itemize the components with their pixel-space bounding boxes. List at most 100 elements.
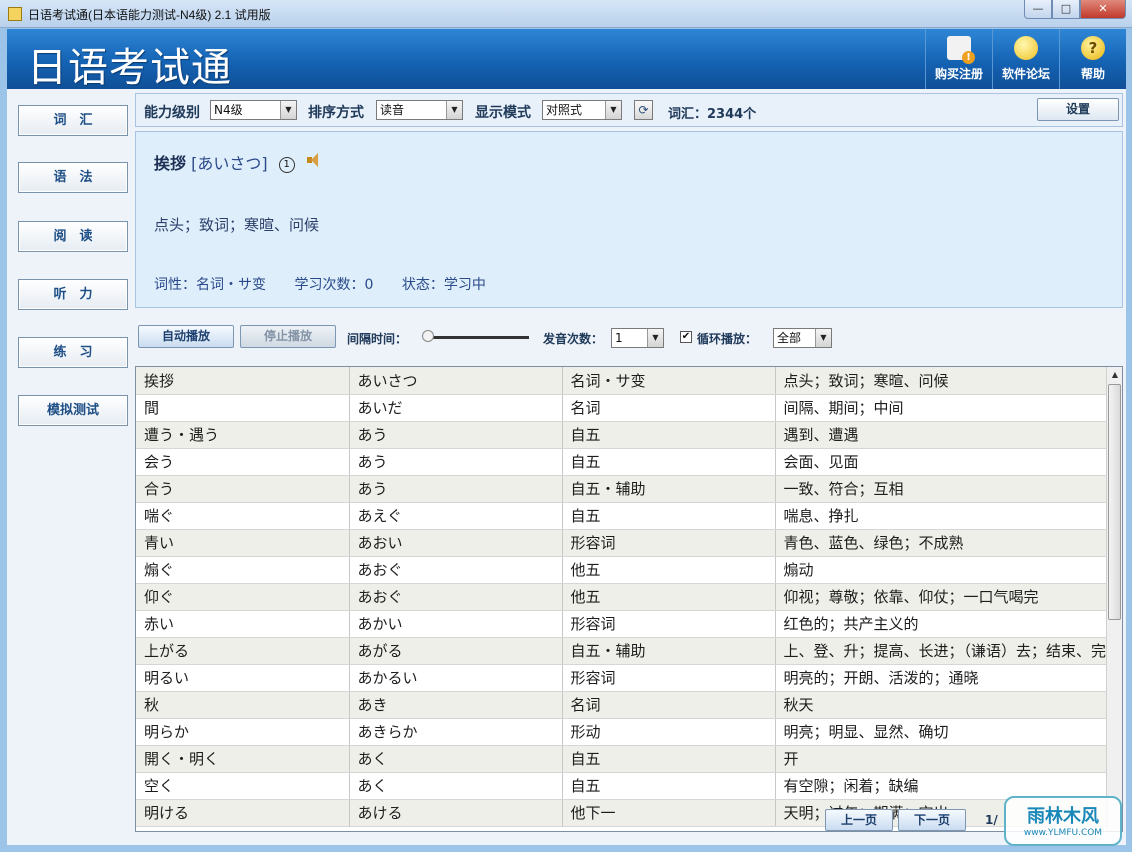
- mode-select-value: 对照式: [546, 103, 583, 117]
- settings-button[interactable]: 设置: [1037, 98, 1119, 121]
- sidebar-item-listening[interactable]: 听 力: [18, 279, 128, 310]
- table-row[interactable]: 明るい あかるい 形容词 明亮的；开朗、活泼的；通晓: [136, 664, 1108, 692]
- interval-label: 间隔时间：: [347, 332, 408, 346]
- table-row[interactable]: 赤い あかい 形容词 红色的；共产主义的: [136, 610, 1108, 638]
- refresh-button[interactable]: ⟳: [634, 100, 653, 120]
- cell-meaning: 明亮的；开朗、活泼的；通晓: [775, 664, 1108, 692]
- cell-reading: あく: [349, 745, 563, 773]
- table-row[interactable]: 明らか あきらか 形动 明亮；明显、显然、确切: [136, 718, 1108, 746]
- cell-word: 間: [136, 394, 350, 422]
- filter-toolbar: 能力级别 N4级 ▼ 排序方式 读音 ▼ 显示模式 对照式 ▼ ⟳ 词汇：234…: [135, 93, 1123, 127]
- purchase-register-button[interactable]: 购买注册: [925, 29, 992, 89]
- prev-page-button[interactable]: 上一页: [825, 809, 893, 831]
- vocab-count: 词汇：2344个: [668, 107, 757, 122]
- table-row[interactable]: 間あいだ 名词 间隔、期间；中间: [136, 394, 1108, 422]
- header-buttons: 购买注册 软件论坛 ? 帮助: [925, 29, 1126, 89]
- scroll-thumb[interactable]: [1108, 384, 1121, 620]
- window-title: 日语考试通(日本语能力测试-N4级) 2.1 试用版: [28, 8, 271, 22]
- sidebar-item-reading[interactable]: 阅 读: [18, 221, 128, 252]
- stop-play-button[interactable]: 停止播放: [240, 325, 336, 348]
- chevron-down-icon: ▼: [815, 329, 831, 347]
- level-select[interactable]: N4级 ▼: [210, 100, 297, 120]
- cell-word: 明らか: [136, 718, 350, 746]
- forum-label: 软件论坛: [1001, 67, 1050, 81]
- cell-meaning: 明亮；明显、显然、确切: [775, 718, 1108, 746]
- table-row[interactable]: 挨拶 あいさつ 名词・サ变 点头；致词；寒暄、问候: [136, 367, 1108, 395]
- play-count-select[interactable]: 1 ▼: [611, 328, 664, 348]
- main-body: 词 汇 语 法 阅 读 听 力 练 习 模拟测试 能力级别 N4级 ▼ 排序方式…: [7, 89, 1126, 845]
- cell-word: 挨拶: [136, 367, 350, 395]
- cell-part-of-speech: 自五: [562, 421, 776, 449]
- chevron-down-icon: ▼: [280, 101, 296, 119]
- level-label: 能力级别: [144, 105, 200, 121]
- interval-slider-track[interactable]: [425, 336, 529, 339]
- cell-reading: あえぐ: [349, 502, 563, 530]
- app-header: 日语考试通 购买注册 软件论坛 ? 帮助: [7, 29, 1126, 91]
- loop-select[interactable]: 全部 ▼: [773, 328, 832, 348]
- cell-part-of-speech: 自五: [562, 772, 776, 800]
- maximize-button[interactable]: □: [1052, 0, 1080, 19]
- scroll-up-icon[interactable]: ▲: [1107, 367, 1122, 383]
- cell-part-of-speech: 他下一: [562, 799, 776, 827]
- sidebar-item-vocabulary[interactable]: 词 汇: [18, 105, 128, 136]
- cell-part-of-speech: 形容词: [562, 529, 776, 557]
- cell-part-of-speech: 名词・サ变: [562, 367, 776, 395]
- chevron-down-icon: ▼: [605, 101, 621, 119]
- table-row[interactable]: 合う あう 自五・辅助 一致、符合；互相: [136, 475, 1108, 503]
- table-row[interactable]: 遭う・遇う あう 自五 遇到、遭遇: [136, 421, 1108, 449]
- table-row[interactable]: 仰ぐ あおぐ 他五 仰视；尊敬；依靠、仰仗；一口气喝完: [136, 583, 1108, 611]
- minimize-button[interactable]: —: [1024, 0, 1052, 19]
- cell-reading: あいさつ: [349, 367, 563, 395]
- mode-select[interactable]: 对照式 ▼: [542, 100, 622, 120]
- cell-word: 空く: [136, 772, 350, 800]
- speaker-icon[interactable]: [306, 152, 322, 168]
- loop-select-value: 全部: [777, 331, 802, 345]
- forum-button[interactable]: 软件论坛: [992, 29, 1059, 89]
- cell-word: 明ける: [136, 799, 350, 827]
- help-button[interactable]: ? 帮助: [1059, 29, 1126, 89]
- title-bar: 日语考试通(日本语能力测试-N4级) 2.1 试用版 — □ ✕: [0, 0, 1132, 28]
- cell-word: 明るい: [136, 664, 350, 692]
- table-row[interactable]: 青い あおい 形容词 青色、蓝色、绿色；不成熟: [136, 529, 1108, 557]
- count-label: 发音次数：: [543, 332, 604, 346]
- sidebar-item-practice[interactable]: 练 习: [18, 337, 128, 368]
- sidebar-item-mock-test[interactable]: 模拟测试: [18, 395, 128, 426]
- table-row[interactable]: 上がる あがる 自五・辅助 上、登、升；提高、长进；（谦语）去；结束、完: [136, 637, 1108, 665]
- auto-play-button[interactable]: 自动播放: [138, 325, 234, 348]
- cell-part-of-speech: 形动: [562, 718, 776, 746]
- cell-meaning: 开: [775, 745, 1108, 773]
- loop-label: 循环播放：: [697, 332, 758, 346]
- play-count-value: 1: [615, 331, 623, 345]
- cell-meaning: 间隔、期间；中间: [775, 394, 1108, 422]
- table-row[interactable]: 煽ぐ あおぐ 他五 煽动: [136, 556, 1108, 584]
- table-row[interactable]: 会う あう 自五 会面、见面: [136, 448, 1108, 476]
- cell-meaning: 红色的；共产主义的: [775, 610, 1108, 638]
- cell-meaning: 喘息、挣扎: [775, 502, 1108, 530]
- cell-meaning: 上、登、升；提高、长进；（谦语）去；结束、完: [775, 637, 1108, 665]
- cell-word: 煽ぐ: [136, 556, 350, 584]
- interval-slider-thumb[interactable]: [422, 330, 434, 342]
- cell-reading: あける: [349, 799, 563, 827]
- cell-reading: あがる: [349, 637, 563, 665]
- vertical-scrollbar[interactable]: ▲: [1106, 367, 1122, 831]
- sort-select[interactable]: 读音 ▼: [376, 100, 463, 120]
- word-reading: [あいさつ]: [191, 154, 268, 173]
- lightbulb-icon: [1014, 36, 1038, 60]
- study-status: 状态：学习中: [401, 277, 486, 293]
- next-page-button[interactable]: 下一页: [898, 809, 966, 831]
- table-row[interactable]: 開く・明く あく 自五开: [136, 745, 1108, 773]
- table-row[interactable]: 秋あき 名词 秋天: [136, 691, 1108, 719]
- help-label: 帮助: [1080, 67, 1105, 81]
- table-row[interactable]: 空く あく 自五 有空隙；闲着；缺编: [136, 772, 1108, 800]
- sort-label: 排序方式: [308, 105, 364, 121]
- cell-meaning: 青色、蓝色、绿色；不成熟: [775, 529, 1108, 557]
- sidebar-item-grammar[interactable]: 语 法: [18, 162, 128, 193]
- close-button[interactable]: ✕: [1080, 0, 1126, 19]
- loop-checkbox[interactable]: ✔: [680, 331, 692, 343]
- table-row[interactable]: 喘ぐ あえぐ 自五 喘息、挣扎: [136, 502, 1108, 530]
- cell-meaning: 遇到、遭遇: [775, 421, 1108, 449]
- cell-word: 喘ぐ: [136, 502, 350, 530]
- cell-part-of-speech: 自五: [562, 448, 776, 476]
- cell-part-of-speech: 自五: [562, 745, 776, 773]
- cell-reading: あおぐ: [349, 583, 563, 611]
